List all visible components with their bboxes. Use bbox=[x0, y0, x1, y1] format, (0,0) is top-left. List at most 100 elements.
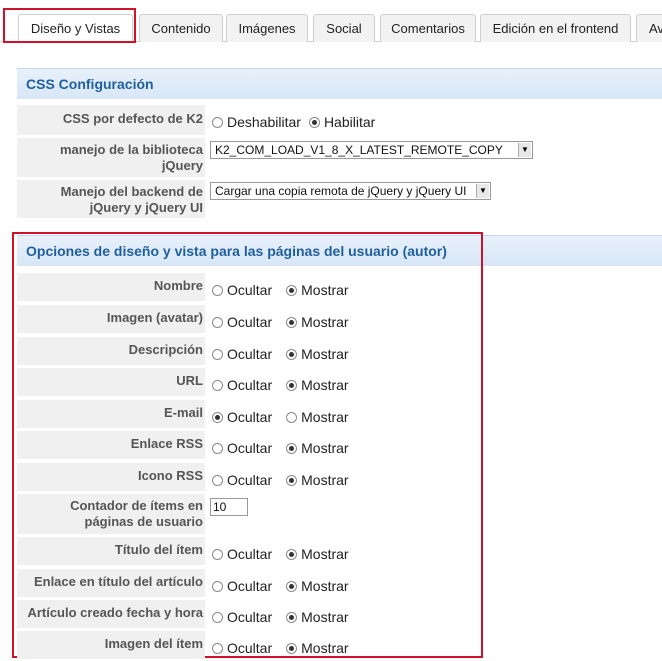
hide-option-label: Ocultar bbox=[227, 546, 273, 562]
enable-option-label: Habilitar bbox=[323, 114, 376, 130]
hide-radio[interactable] bbox=[212, 349, 223, 360]
user-row-label: E-mail bbox=[17, 400, 205, 428]
show-option-label: Mostrar bbox=[301, 282, 349, 298]
user-row-control: Ocultar Mostrar bbox=[210, 640, 355, 656]
hide-radio[interactable] bbox=[212, 317, 223, 328]
css-default-control: Deshabilitar Habilitar bbox=[210, 114, 381, 130]
hide-radio[interactable] bbox=[212, 285, 223, 296]
show-radio[interactable] bbox=[286, 443, 298, 454]
hide-option-label: Ocultar bbox=[227, 609, 273, 625]
hide-radio[interactable] bbox=[212, 581, 223, 592]
user-row-control: Ocultar Mostrar bbox=[210, 377, 355, 393]
hide-option-label: Ocultar bbox=[227, 346, 273, 362]
jquery-backend-label: Manejo del backend de jQuery y jQuery UI bbox=[17, 180, 205, 218]
user-row-enlace-rss: Enlace RSS Ocultar Mostrar bbox=[17, 431, 662, 459]
user-row-control: Ocultar Mostrar bbox=[210, 472, 355, 488]
user-row-contador-items: Contador de ítems en páginas de usuario 1… bbox=[17, 494, 662, 534]
css-default-row: CSS por defecto de K2 Deshabilitar Habili… bbox=[17, 105, 662, 135]
disable-option-label: Deshabilitar bbox=[227, 114, 301, 130]
show-radio[interactable] bbox=[286, 581, 298, 592]
user-row-label: URL bbox=[17, 368, 205, 396]
user-row-url: URL Ocultar Mostrar bbox=[17, 368, 662, 396]
tab-diseno-y-vistas[interactable]: Diseño y Vistas bbox=[18, 14, 133, 42]
hide-radio[interactable] bbox=[212, 443, 223, 454]
show-radio[interactable] bbox=[286, 549, 298, 560]
user-row-enlace-titulo: Enlace en título del artículo Ocultar Most… bbox=[17, 569, 662, 597]
item-count-input[interactable]: 10 bbox=[210, 498, 248, 516]
user-row-control: Ocultar Mostrar bbox=[210, 314, 355, 330]
hide-radio[interactable] bbox=[212, 412, 223, 423]
hide-option-label: Ocultar bbox=[227, 282, 273, 298]
show-radio[interactable] bbox=[286, 380, 298, 391]
show-radio[interactable] bbox=[286, 349, 298, 360]
hide-option-label: Ocultar bbox=[227, 440, 273, 456]
show-option-label: Mostrar bbox=[301, 472, 349, 488]
show-radio[interactable] bbox=[286, 475, 298, 486]
user-row-label: Nombre bbox=[17, 273, 205, 301]
hide-radio[interactable] bbox=[212, 380, 223, 391]
tab-avanzado[interactable]: Av bbox=[636, 14, 662, 42]
hide-radio[interactable] bbox=[212, 612, 223, 623]
user-row-titulo-item: Título del ítem Ocultar Mostrar bbox=[17, 537, 662, 565]
user-row-label: Icono RSS bbox=[17, 463, 205, 491]
tab-contenido[interactable]: Contenido bbox=[139, 14, 223, 42]
disable-radio[interactable] bbox=[212, 117, 223, 128]
hide-option-label: Ocultar bbox=[227, 640, 273, 656]
show-radio[interactable] bbox=[286, 285, 298, 296]
jquery-backend-row: Manejo del backend de jQuery y jQuery UI… bbox=[17, 180, 662, 218]
jquery-library-select[interactable]: K2_COM_LOAD_V1_8_X_LATEST_REMOTE_COPY ▼ bbox=[210, 141, 533, 159]
jquery-backend-select-value: Cargar una copia remota de jQuery y jQue… bbox=[215, 184, 467, 198]
user-row-email: E-mail Ocultar Mostrar bbox=[17, 400, 662, 428]
hide-radio[interactable] bbox=[212, 475, 223, 486]
user-row-imagen-avatar: Imagen (avatar) Ocultar Mostrar bbox=[17, 305, 662, 333]
tab-comentarios[interactable]: Comentarios bbox=[380, 14, 476, 42]
user-row-control: Ocultar Mostrar bbox=[210, 282, 355, 298]
user-row-control: Ocultar Mostrar bbox=[210, 609, 355, 625]
tab-social[interactable]: Social bbox=[313, 14, 375, 42]
css-section-header: CSS Configuración bbox=[17, 68, 662, 99]
user-row-articulo-fecha: Artículo creado fecha y hora Ocultar Mostr… bbox=[17, 600, 662, 628]
css-default-label: CSS por defecto de K2 bbox=[17, 105, 205, 135]
jquery-library-control: K2_COM_LOAD_V1_8_X_LATEST_REMOTE_COPY ▼ bbox=[210, 141, 533, 159]
user-row-label: Enlace RSS bbox=[17, 431, 205, 459]
hide-radio[interactable] bbox=[212, 643, 223, 654]
user-row-control: 10 bbox=[210, 498, 248, 516]
show-option-label: Mostrar bbox=[301, 409, 349, 425]
show-option-label: Mostrar bbox=[301, 578, 349, 594]
show-option-label: Mostrar bbox=[301, 314, 349, 330]
user-row-label: Imagen (avatar) bbox=[17, 305, 205, 333]
user-row-label: Contador de ítems en páginas de usuario bbox=[17, 494, 205, 534]
show-option-label: Mostrar bbox=[301, 640, 349, 656]
user-section-header: Opciones de diseño y vista para las pági… bbox=[17, 235, 662, 266]
tab-edicion-frontend[interactable]: Edición en el frontend bbox=[480, 14, 631, 42]
hide-option-label: Ocultar bbox=[227, 314, 273, 330]
user-row-label: Descripción bbox=[17, 337, 205, 365]
user-row-label: Imagen del ítem bbox=[17, 631, 205, 659]
jquery-library-row: manejo de la biblioteca jQuery K2_COM_LO… bbox=[17, 138, 662, 177]
show-option-label: Mostrar bbox=[301, 546, 349, 562]
tab-imagenes[interactable]: Imágenes bbox=[226, 14, 308, 42]
show-radio[interactable] bbox=[286, 412, 298, 423]
tab-bar: Diseño y Vistas Contenido Imágenes Socia… bbox=[0, 0, 662, 48]
user-row-label: Título del ítem bbox=[17, 537, 205, 565]
user-row-icono-rss: Icono RSS Ocultar Mostrar bbox=[17, 463, 662, 491]
chevron-down-icon: ▼ bbox=[476, 184, 489, 198]
show-radio[interactable] bbox=[286, 317, 298, 328]
show-option-label: Mostrar bbox=[301, 346, 349, 362]
user-row-imagen-item: Imagen del ítem Ocultar Mostrar bbox=[17, 631, 662, 659]
enable-radio[interactable] bbox=[308, 117, 320, 128]
user-row-label: Enlace en título del artículo bbox=[17, 569, 205, 597]
jquery-library-label: manejo de la biblioteca jQuery bbox=[17, 138, 205, 177]
user-row-control: Ocultar Mostrar bbox=[210, 578, 355, 594]
jquery-backend-select[interactable]: Cargar una copia remota de jQuery y jQue… bbox=[210, 182, 491, 200]
hide-option-label: Ocultar bbox=[227, 472, 273, 488]
hide-option-label: Ocultar bbox=[227, 377, 273, 393]
user-row-control: Ocultar Mostrar bbox=[210, 346, 355, 362]
show-radio[interactable] bbox=[286, 643, 298, 654]
jquery-backend-control: Cargar una copia remota de jQuery y jQue… bbox=[210, 182, 491, 200]
user-row-label: Artículo creado fecha y hora bbox=[17, 600, 205, 628]
user-row-control: Ocultar Mostrar bbox=[210, 409, 355, 425]
show-radio[interactable] bbox=[286, 612, 298, 623]
user-row-descripcion: Descripción Ocultar Mostrar bbox=[17, 337, 662, 365]
hide-radio[interactable] bbox=[212, 549, 223, 560]
